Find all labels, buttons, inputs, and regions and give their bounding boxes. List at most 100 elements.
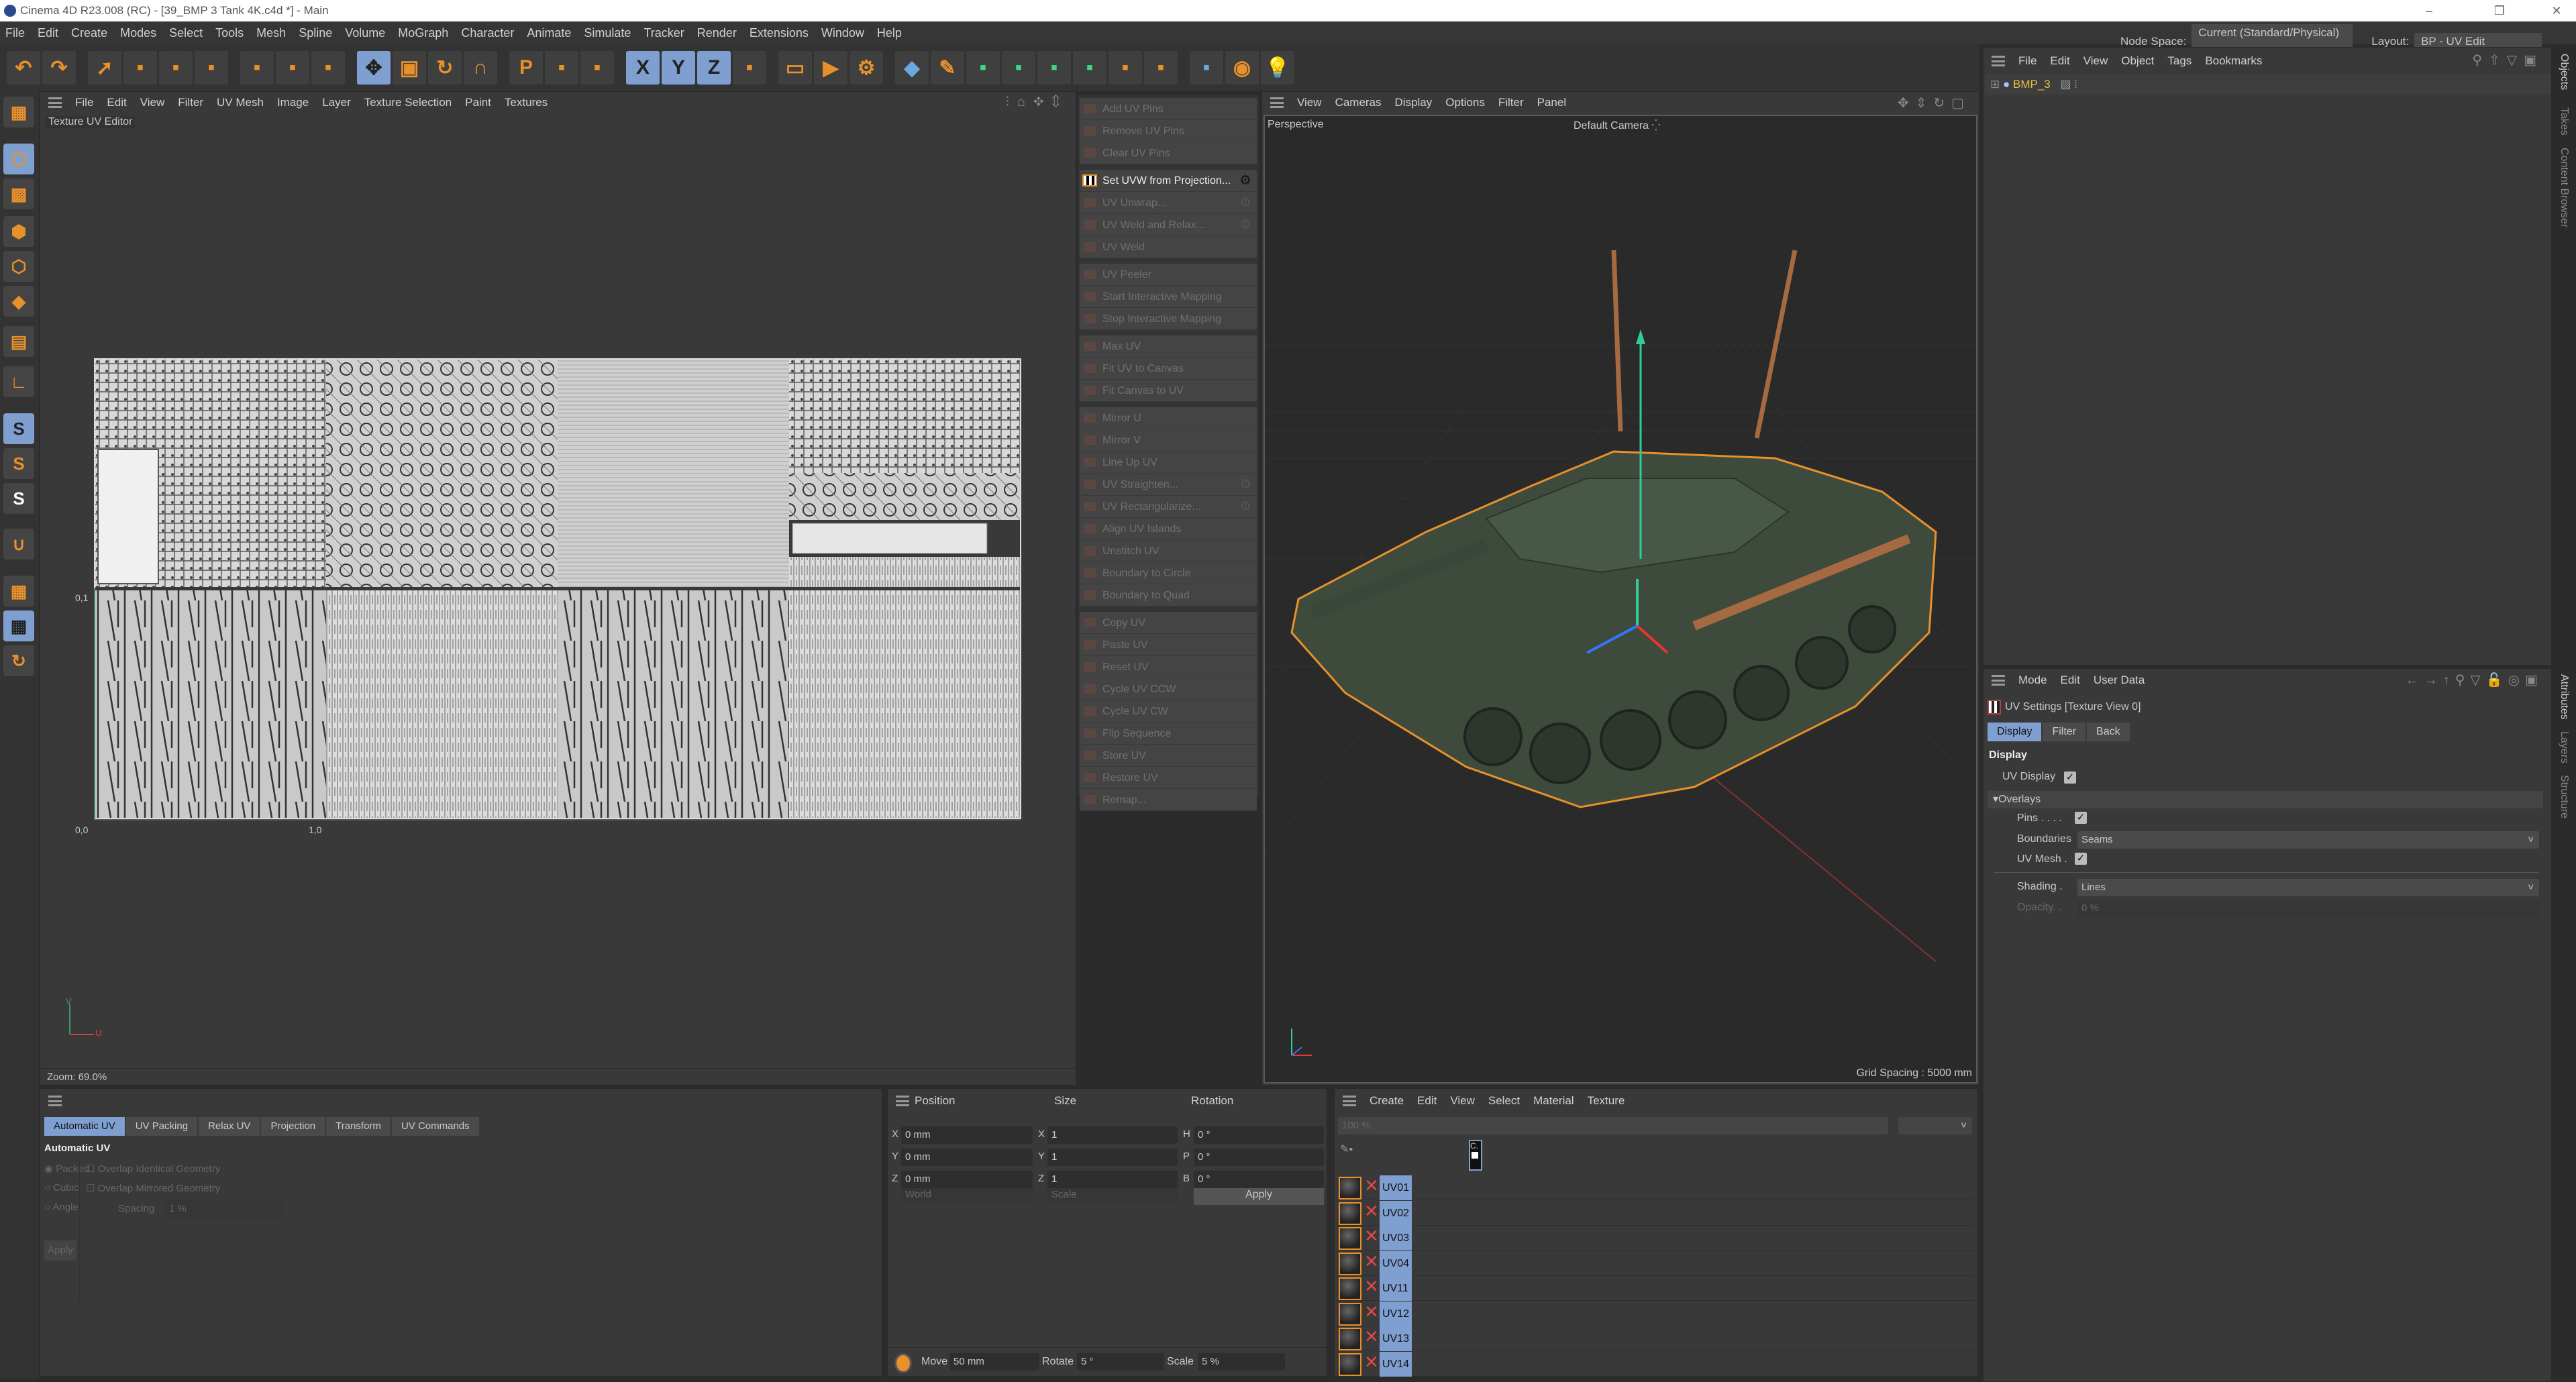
overlap-identical-checkbox[interactable]: ☐ Overlap Identical Geometry — [86, 1163, 220, 1175]
material-menu-view[interactable]: View — [1450, 1094, 1475, 1108]
y-axis-icon[interactable]: Y — [662, 51, 695, 85]
tab-automatic-uv[interactable]: Automatic UV — [44, 1117, 125, 1136]
expand-icon[interactable]: ⊞ — [1990, 78, 2000, 91]
tool-6-icon[interactable]: ▪ — [276, 51, 309, 85]
material-name[interactable]: UV12 — [1380, 1301, 1412, 1326]
menu-character[interactable]: Character — [461, 26, 514, 40]
color-channel-header[interactable]: C. — [1469, 1140, 1482, 1171]
lock-workplane-icon[interactable]: ▦ — [3, 610, 34, 641]
light-icon[interactable]: 💡 — [1261, 51, 1294, 85]
soft-selection-icon[interactable]: ∪ — [3, 529, 34, 560]
uv-command-stop-interactive-mapping[interactable]: Stop Interactive Mapping — [1080, 308, 1257, 330]
snap-icon[interactable]: S — [3, 413, 34, 444]
material-row[interactable]: ✕ UV13 — [1337, 1326, 1975, 1351]
material-row[interactable]: ✕ UV14 — [1337, 1351, 1975, 1377]
tab-filter[interactable]: Filter — [2043, 723, 2086, 741]
angle-radio[interactable]: ○ Angle — [44, 1202, 79, 1213]
material-zoom-slider[interactable]: 100 % — [1338, 1117, 1888, 1134]
uv-command-uv-peeler[interactable]: UV Peeler — [1080, 264, 1257, 286]
make-editable-icon[interactable]: ▦ — [3, 97, 34, 127]
viewport-canvas[interactable]: Perspective Default Camera ⁛ Grid Spacin… — [996, 115, 2205, 1083]
uv-command-uv-straighten[interactable]: UV Straighten... ⚙ — [1080, 474, 1257, 496]
mograph-icon[interactable]: ▪ — [1037, 51, 1071, 85]
material-menu-create[interactable]: Create — [1370, 1094, 1404, 1108]
menu-edit[interactable]: Edit — [38, 26, 58, 40]
render-settings-icon[interactable]: ⚙ — [849, 51, 883, 85]
close-button[interactable]: ✕ — [2543, 0, 2570, 21]
material-name[interactable]: UV14 — [1380, 1351, 1412, 1377]
uv-command-cycle-uv-ccw[interactable]: Cycle UV CCW — [1080, 678, 1257, 700]
uv-command-unstitch-uv[interactable]: Unstitch UV — [1080, 540, 1257, 562]
material-menu-texture[interactable]: Texture — [1588, 1094, 1625, 1108]
menu-volume[interactable]: Volume — [345, 26, 385, 40]
psr-icon[interactable]: P — [509, 51, 543, 85]
viewport-menu-filter[interactable]: Filter — [1498, 96, 1524, 109]
gear-icon[interactable]: ⚙ — [1239, 192, 1251, 214]
menu-render[interactable]: Render — [697, 26, 737, 40]
material-preview-icon[interactable] — [1339, 1202, 1361, 1225]
uv-command-cycle-uv-cw[interactable]: Cycle UV CW — [1080, 700, 1257, 723]
tool-7-icon[interactable]: ▪ — [311, 51, 345, 85]
polygons-mode-icon[interactable]: ◆ — [3, 286, 34, 317]
boundaries-dropdown[interactable]: Seams ˅ — [2077, 831, 2539, 849]
extrude-icon[interactable]: ▪ — [1002, 51, 1035, 85]
uv-command-fit-uv-to-canvas[interactable]: Fit UV to Canvas — [1080, 358, 1257, 380]
material-preview-icon[interactable] — [1339, 1252, 1361, 1275]
menu-modes[interactable]: Modes — [120, 26, 156, 40]
objects-menu-bookmarks[interactable]: Bookmarks — [2205, 54, 2262, 68]
position-x-field[interactable]: 0 mm — [901, 1126, 1033, 1144]
attributes-nav-icons[interactable]: ←→↑⚲▽🔓◎▣ — [2406, 672, 2543, 688]
panel-menu-icon[interactable] — [48, 1096, 62, 1106]
quantize-icon[interactable]: S — [3, 483, 34, 514]
objects-menu-view[interactable]: View — [2083, 54, 2108, 68]
rotate-icon[interactable]: ↻ — [428, 51, 462, 85]
tab-back[interactable]: Back — [2087, 723, 2130, 741]
tab-display[interactable]: Display — [1988, 723, 2042, 741]
objects-toolbar-icons[interactable]: ⚲⇧▽▣ — [2472, 52, 2543, 68]
coordinate-space-dropdown[interactable]: World — [901, 1186, 1033, 1204]
material-row[interactable]: ✕ UV12 — [1337, 1301, 1975, 1326]
x-axis-icon[interactable]: X — [626, 51, 660, 85]
tab-relax-uv[interactable]: Relax UV — [199, 1117, 260, 1136]
objects-menu-file[interactable]: File — [2018, 54, 2037, 68]
pen-icon[interactable]: ✎ — [931, 51, 964, 85]
undo-icon[interactable]: ↶ — [7, 51, 40, 85]
material-name[interactable]: UV03 — [1380, 1226, 1412, 1251]
scale-step-field[interactable]: 5 % — [1198, 1353, 1285, 1371]
panel-menu-icon[interactable] — [1270, 97, 1284, 108]
material-row[interactable]: ✕ UV02 — [1337, 1200, 1975, 1226]
panel-menu-icon[interactable] — [1992, 56, 2005, 66]
uv-display-checkbox[interactable]: ✓ — [2064, 772, 2076, 784]
uv-command-clear-uv-pins[interactable]: Clear UV Pins — [1080, 142, 1257, 164]
side-tab-objects[interactable]: Objects — [2558, 54, 2570, 90]
maximize-button[interactable]: ❐ — [2486, 0, 2513, 21]
menu-mograph[interactable]: MoGraph — [398, 26, 448, 40]
size-y-field[interactable]: 1 — [1047, 1149, 1178, 1166]
viewport-nav-icons[interactable]: ✥⇕↻▢ — [1898, 95, 1971, 111]
uv-mode-icon[interactable]: ▤ — [3, 326, 34, 357]
menu-extensions[interactable]: Extensions — [750, 26, 809, 40]
points-mode-icon[interactable]: ⬢ — [3, 216, 34, 247]
menu-window[interactable]: Window — [821, 26, 864, 40]
panel-menu-icon[interactable] — [896, 1096, 909, 1106]
viewport-menu-view[interactable]: View — [1297, 96, 1322, 109]
live-selection-icon[interactable]: ➚ — [88, 51, 121, 85]
uv-canvas[interactable] — [40, 92, 1077, 1086]
material-preview-icon[interactable] — [1339, 1227, 1361, 1250]
material-row[interactable]: ✕ UV03 — [1337, 1226, 1975, 1251]
axis-icon[interactable]: ▪ — [545, 51, 578, 85]
side-tab-attributes[interactable]: Attributes — [2558, 674, 2570, 720]
render-picture-icon[interactable]: ▶ — [814, 51, 847, 85]
attributes-menu-mode[interactable]: Mode — [2018, 674, 2047, 687]
uv-command-add-uv-pins[interactable]: Add UV Pins — [1080, 98, 1257, 120]
uv-command-mirror-u[interactable]: Mirror U — [1080, 407, 1257, 429]
select-2-icon[interactable]: ▪ — [123, 51, 157, 85]
material-preview-icon[interactable] — [1339, 1352, 1361, 1376]
floor-icon[interactable]: ▪ — [1190, 51, 1223, 85]
side-tab-content-browser[interactable]: Content Browser — [2558, 148, 2570, 227]
object-row[interactable]: ⊞ ● BMP_3 ▨ ⁞ — [1985, 74, 2551, 95]
snap-settings-icon[interactable]: S — [3, 448, 34, 479]
viewport-menu-options[interactable]: Options — [1445, 96, 1485, 109]
viewport-menu-cameras[interactable]: Cameras — [1335, 96, 1382, 109]
gear-icon[interactable]: ⚙ — [1239, 170, 1251, 192]
